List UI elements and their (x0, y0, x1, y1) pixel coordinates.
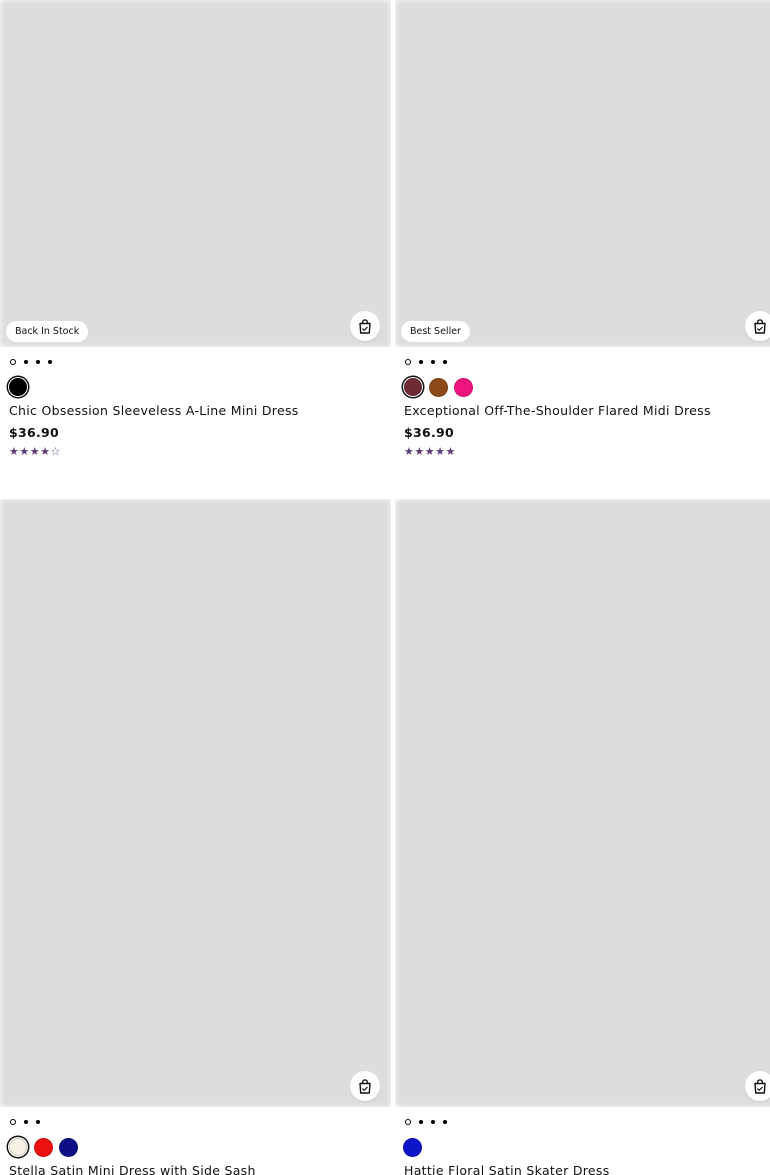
product-name[interactable]: Exceptional Off-The-Shoulder Flared Midi… (404, 403, 770, 418)
carousel-dot[interactable] (419, 1120, 423, 1124)
product-name[interactable]: Chic Obsession Sleeveless A-Line Mini Dr… (9, 403, 391, 418)
color-swatch[interactable] (9, 1138, 27, 1156)
product-card[interactable]: Stella Satin Mini Dress with Side Sash (0, 499, 391, 1175)
color-swatch[interactable] (59, 1137, 78, 1157)
shopping-bag-icon (358, 1078, 372, 1094)
product-image[interactable]: Back In Stock (0, 0, 391, 347)
carousel-dot[interactable] (10, 359, 16, 365)
product-badge: Back In Stock (6, 321, 89, 342)
carousel-dot[interactable] (443, 360, 447, 364)
carousel-dot[interactable] (36, 360, 40, 364)
carousel-dot[interactable] (405, 1119, 411, 1125)
quick-add-button[interactable] (745, 1071, 770, 1101)
quick-add-button[interactable] (350, 1071, 380, 1101)
star-icon: ☆ (50, 445, 61, 458)
carousel-dot[interactable] (24, 360, 28, 364)
star-icon: ★ (29, 445, 41, 458)
carousel-dot[interactable] (405, 359, 411, 365)
star-icon: ★ (404, 445, 415, 458)
product-card[interactable]: Hattie Floral Satin Skater Dress (395, 499, 770, 1175)
color-swatches (403, 1136, 770, 1158)
color-swatch[interactable] (429, 377, 448, 397)
product-price: $36.90 (9, 425, 60, 440)
product-rating: ★★★★☆ (9, 445, 391, 459)
carousel-dot[interactable] (431, 1120, 435, 1124)
product-image[interactable]: Best Seller (395, 0, 770, 347)
star-icon: ★ (9, 445, 20, 458)
image-carousel-dots (10, 357, 391, 367)
quick-add-button[interactable] (745, 311, 770, 341)
product-rating: ★★★★★ (404, 445, 770, 459)
color-swatches (8, 1136, 391, 1158)
image-carousel-dots (405, 1117, 770, 1127)
color-swatch[interactable] (403, 1137, 422, 1157)
product-image[interactable] (395, 499, 770, 1107)
star-icon: ★ (40, 445, 51, 458)
shopping-bag-icon (358, 318, 372, 334)
color-swatch[interactable] (404, 378, 422, 396)
image-carousel-dots (10, 1117, 391, 1127)
carousel-dot[interactable] (443, 1120, 447, 1124)
image-carousel-dots (405, 357, 770, 367)
product-card[interactable]: Back In Stock Chic Obsession Sleeveless … (0, 0, 391, 459)
star-icon: ★ (19, 445, 30, 458)
product-price: $36.90 (404, 425, 455, 440)
color-swatch[interactable] (9, 378, 27, 396)
product-image[interactable] (0, 499, 391, 1107)
carousel-dot[interactable] (48, 360, 52, 364)
carousel-dot[interactable] (431, 360, 435, 364)
product-name[interactable]: Hattie Floral Satin Skater Dress (404, 1163, 770, 1175)
carousel-dot[interactable] (419, 360, 423, 364)
product-badge: Best Seller (401, 321, 470, 342)
product-card[interactable]: Best Seller Exceptional Off-The-Shoulder… (395, 0, 770, 459)
color-swatches (8, 376, 391, 398)
color-swatch[interactable] (34, 1137, 53, 1157)
quick-add-button[interactable] (350, 311, 380, 341)
color-swatches (403, 376, 770, 398)
shopping-bag-icon (753, 1078, 767, 1094)
star-icon: ★ (424, 445, 436, 458)
star-icon: ★ (445, 445, 456, 458)
carousel-dot[interactable] (36, 1120, 40, 1124)
carousel-dot[interactable] (10, 1119, 16, 1125)
product-name[interactable]: Stella Satin Mini Dress with Side Sash (9, 1163, 391, 1175)
shopping-bag-icon (753, 318, 767, 334)
star-icon: ★ (414, 445, 425, 458)
color-swatch[interactable] (454, 377, 473, 397)
star-icon: ★ (435, 445, 446, 458)
carousel-dot[interactable] (24, 1120, 28, 1124)
